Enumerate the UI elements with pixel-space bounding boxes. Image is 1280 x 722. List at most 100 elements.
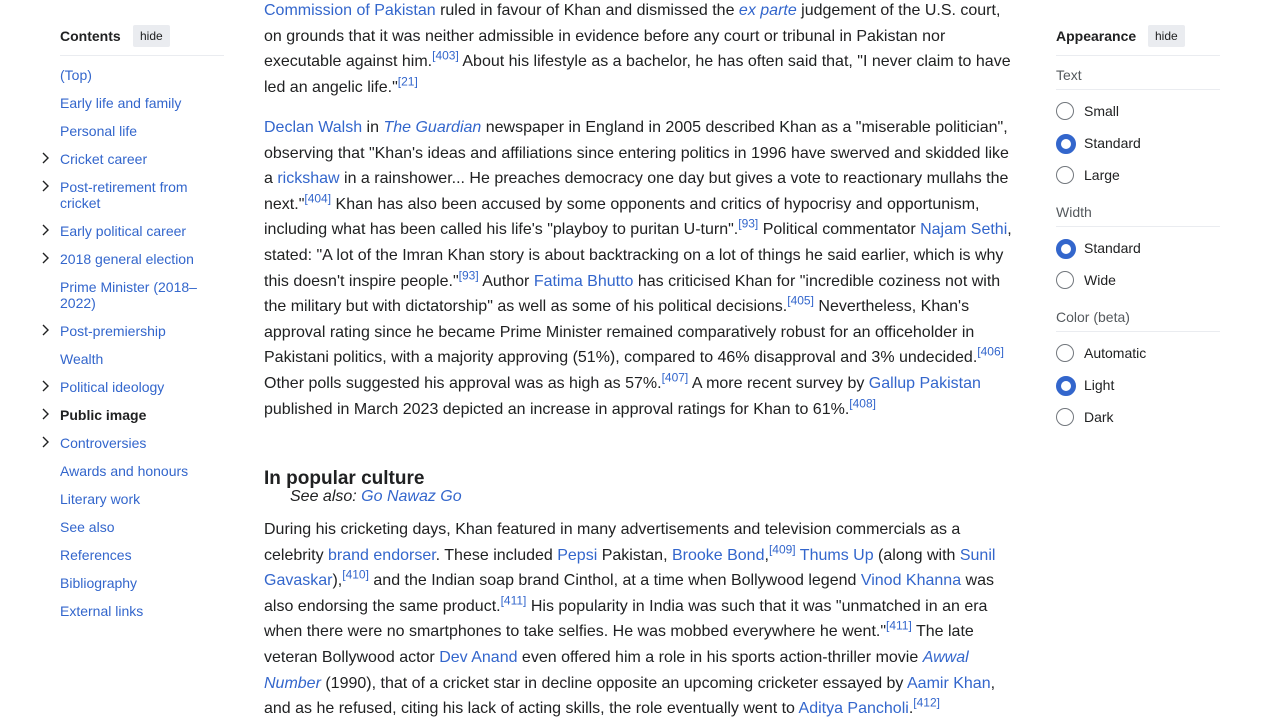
toc-item[interactable]: Wealth: [40, 348, 224, 376]
link-thums-up[interactable]: Thums Up: [800, 547, 874, 564]
citation-93[interactable]: [93]: [738, 217, 758, 231]
toc-item-label[interactable]: Early life and family: [60, 95, 210, 111]
toc-item-label[interactable]: 2018 general election: [60, 251, 210, 267]
chevron-right-icon[interactable]: [40, 223, 52, 237]
chevron-right-icon[interactable]: [40, 179, 52, 193]
toc-item-label[interactable]: Early political career: [60, 223, 210, 239]
text-size-option-label[interactable]: Small: [1084, 102, 1119, 120]
link-brooke-bond[interactable]: Brooke Bond: [672, 547, 765, 564]
citation-405[interactable]: [405]: [787, 294, 814, 308]
color-option-label[interactable]: Automatic: [1084, 344, 1146, 362]
toc-item-label[interactable]: References: [60, 547, 210, 563]
toc-item[interactable]: Early political career: [40, 220, 224, 248]
radio-unchecked-icon[interactable]: [1056, 408, 1074, 426]
color-option-label[interactable]: Dark: [1084, 408, 1114, 426]
toc-item-label[interactable]: Political ideology: [60, 379, 210, 395]
citation-406[interactable]: [406]: [977, 345, 1004, 359]
link-declan-walsh[interactable]: Declan Walsh: [264, 119, 362, 136]
toc-item[interactable]: Cricket career: [40, 148, 224, 176]
citation-408[interactable]: [408]: [849, 396, 876, 410]
toc-item[interactable]: Controversies: [40, 432, 224, 460]
toc-item-label[interactable]: Literary work: [60, 491, 210, 507]
toc-item[interactable]: Prime Minister (2018–2022): [40, 276, 224, 320]
toc-item[interactable]: 2018 general election: [40, 248, 224, 276]
toc-item-label[interactable]: Public image: [60, 407, 210, 423]
text-size-option[interactable]: Large: [1056, 166, 1220, 188]
link-the-guardian[interactable]: The Guardian: [383, 119, 481, 136]
link-ex-parte[interactable]: ex parte: [739, 2, 797, 19]
chevron-right-icon[interactable]: [40, 323, 52, 337]
text-size-option-label[interactable]: Standard: [1084, 134, 1141, 152]
width-option[interactable]: Standard: [1056, 239, 1220, 261]
toc-item[interactable]: Public image: [40, 404, 224, 432]
toc-item[interactable]: Bibliography: [40, 572, 224, 600]
toc-item[interactable]: Post-retirement from cricket: [40, 176, 224, 220]
link-vinod-khanna[interactable]: Vinod Khanna: [861, 572, 961, 589]
link-commission-of-pakistan[interactable]: Commission of Pakistan: [264, 2, 436, 19]
toc-item-label[interactable]: Post-premiership: [60, 323, 210, 339]
toc-item-label[interactable]: Post-retirement from cricket: [60, 179, 210, 211]
citation-404[interactable]: [404]: [304, 191, 331, 205]
radio-unchecked-icon[interactable]: [1056, 166, 1074, 184]
text-size-option[interactable]: Standard: [1056, 134, 1220, 156]
link-fatima-bhutto[interactable]: Fatima Bhutto: [534, 273, 634, 290]
chevron-right-icon[interactable]: [40, 379, 52, 393]
link-rickshaw[interactable]: rickshaw: [277, 170, 339, 187]
chevron-right-icon[interactable]: [40, 151, 52, 165]
toc-item[interactable]: External links: [40, 600, 224, 628]
citation-412[interactable]: [412]: [913, 696, 940, 710]
width-option-label[interactable]: Wide: [1084, 271, 1116, 289]
citation-407[interactable]: [407]: [662, 371, 689, 385]
chevron-right-icon[interactable]: [40, 251, 52, 265]
toc-item-label[interactable]: (Top): [60, 67, 210, 83]
toc-item-label[interactable]: Awards and honours: [60, 463, 210, 479]
link-aditya-pancholi[interactable]: Aditya Pancholi: [799, 700, 909, 717]
link-go-nawaz-go[interactable]: Go Nawaz Go: [361, 488, 461, 505]
citation-21[interactable]: [21]: [398, 74, 418, 88]
citation-403[interactable]: [403]: [432, 49, 459, 63]
color-option-label[interactable]: Light: [1084, 376, 1114, 394]
citation-411[interactable]: [411]: [501, 593, 527, 607]
width-option-label[interactable]: Standard: [1084, 239, 1141, 257]
chevron-right-icon[interactable]: [40, 435, 52, 449]
color-option[interactable]: Light: [1056, 376, 1220, 398]
citation-411[interactable]: [411]: [886, 619, 912, 633]
toc-item[interactable]: See also: [40, 516, 224, 544]
radio-unchecked-icon[interactable]: [1056, 344, 1074, 362]
radio-checked-icon[interactable]: [1056, 239, 1076, 259]
radio-unchecked-icon[interactable]: [1056, 271, 1074, 289]
toc-item-label[interactable]: Prime Minister (2018–2022): [60, 279, 210, 311]
toc-item[interactable]: References: [40, 544, 224, 572]
chevron-right-icon[interactable]: [40, 407, 52, 421]
citation-93[interactable]: [93]: [459, 268, 479, 282]
link-dev-anand[interactable]: Dev Anand: [439, 649, 517, 666]
link-brand-endorser[interactable]: brand endorser: [328, 547, 436, 564]
toc-item-label[interactable]: Personal life: [60, 123, 210, 139]
toc-item-label[interactable]: See also: [60, 519, 210, 535]
radio-unchecked-icon[interactable]: [1056, 102, 1074, 120]
toc-item-label[interactable]: Wealth: [60, 351, 210, 367]
toc-item-label[interactable]: Controversies: [60, 435, 210, 451]
link-najam-sethi[interactable]: Najam Sethi: [920, 221, 1007, 238]
toc-item[interactable]: Early life and family: [40, 92, 224, 120]
toc-item-label[interactable]: Cricket career: [60, 151, 210, 167]
color-option[interactable]: Dark: [1056, 408, 1220, 430]
toc-item[interactable]: Personal life: [40, 120, 224, 148]
toc-item-label[interactable]: External links: [60, 603, 210, 619]
link-aamir-khan[interactable]: Aamir Khan: [907, 675, 991, 692]
toc-item[interactable]: Post-premiership: [40, 320, 224, 348]
radio-checked-icon[interactable]: [1056, 134, 1076, 154]
link-gallup-pakistan[interactable]: Gallup Pakistan: [869, 375, 981, 392]
toc-item-label[interactable]: Bibliography: [60, 575, 210, 591]
text-size-option[interactable]: Small: [1056, 102, 1220, 124]
toc-item[interactable]: Awards and honours: [40, 460, 224, 488]
color-option[interactable]: Automatic: [1056, 344, 1220, 366]
radio-checked-icon[interactable]: [1056, 376, 1076, 396]
citation-410[interactable]: [410]: [342, 568, 369, 582]
width-option[interactable]: Wide: [1056, 271, 1220, 293]
appearance-hide-button[interactable]: hide: [1148, 25, 1185, 47]
toc-item[interactable]: Literary work: [40, 488, 224, 516]
toc-item[interactable]: (Top): [40, 64, 224, 92]
toc-hide-button[interactable]: hide: [133, 25, 170, 47]
toc-item[interactable]: Political ideology: [40, 376, 224, 404]
